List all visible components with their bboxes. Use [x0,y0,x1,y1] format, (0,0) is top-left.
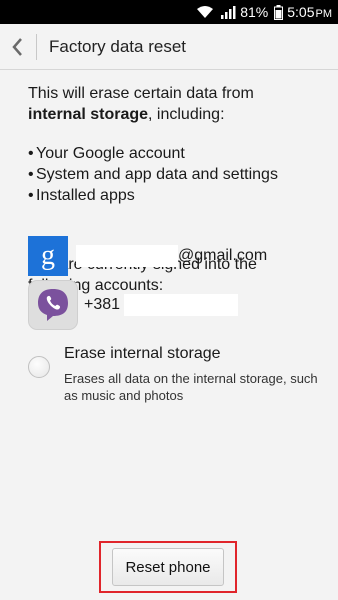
action-bar-divider [36,33,37,60]
back-button[interactable] [0,24,36,70]
intro-text: This will erase certain data from intern… [28,85,254,123]
action-bar: Factory data reset [0,24,338,70]
battery-icon [274,4,284,20]
page-title: Factory data reset [49,36,187,56]
account-viber: +381 [28,280,239,330]
wifi-icon [196,5,214,19]
svg-text:g: g [41,241,55,271]
account-email-suffix: @gmail.com [178,247,268,264]
erase-internal-storage-option[interactable]: Erase internal storage Erases all data o… [28,344,318,404]
chevron-left-icon [12,37,22,56]
list-item: • Installed apps [28,187,135,204]
data-bullet-list: • Your Google account • System and app dat… [28,143,310,206]
erase-storage-description: Erases all data on the internal storage,… [64,371,318,403]
erase-storage-title: Erase internal storage [64,345,221,362]
account-google: g @gmail.com [28,236,267,276]
battery-percent: 81% [240,4,269,20]
redacted-email [76,245,178,267]
signal-icon [220,5,236,19]
reset-phone-button[interactable]: Reset phone [112,548,224,586]
list-item: • System and app data and settings [28,166,278,183]
clock: 5:05PM [287,4,332,20]
account-phone-prefix: +381 [84,296,121,313]
status-bar: 81% 5:05PM [0,0,338,24]
intro-bold: internal storage [28,106,149,123]
redacted-phone [124,294,239,316]
google-icon: g [28,236,68,276]
list-item: • Your Google account [28,145,185,162]
reset-highlight-box: Reset phone [99,541,237,593]
viber-icon [28,280,78,330]
erase-storage-checkbox[interactable] [28,356,50,378]
